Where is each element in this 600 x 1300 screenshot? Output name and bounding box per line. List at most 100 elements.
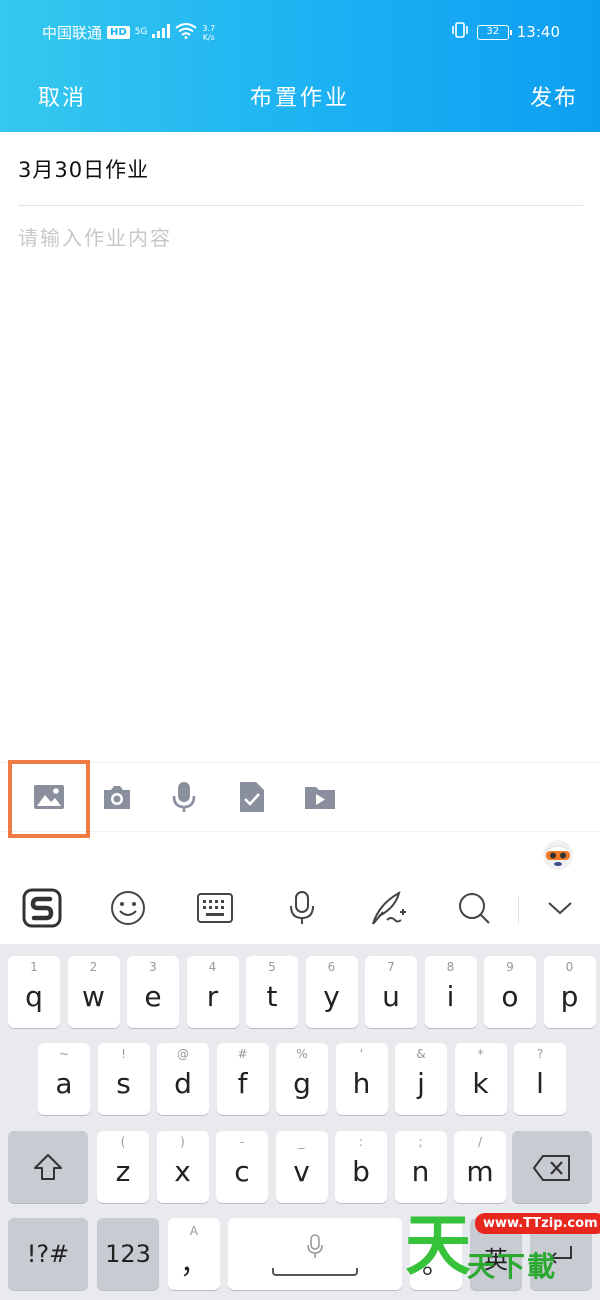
document-button[interactable] bbox=[220, 763, 284, 831]
key-r[interactable]: 4r bbox=[186, 956, 239, 1028]
key-k[interactable]: * k bbox=[454, 1043, 507, 1115]
signal-icon bbox=[152, 23, 171, 42]
key-s[interactable]: ! s bbox=[97, 1043, 150, 1115]
hd-badge: HD bbox=[107, 26, 130, 39]
key-main-label: p bbox=[560, 980, 579, 1013]
sogou-logo-button[interactable] bbox=[20, 886, 64, 930]
enter-key[interactable] bbox=[530, 1218, 592, 1290]
speed-unit: K/s bbox=[202, 32, 215, 42]
key-sub-label: ! bbox=[121, 1047, 126, 1061]
key-sub-label: 5 bbox=[268, 960, 276, 974]
key-t[interactable]: 5t bbox=[246, 956, 298, 1028]
camera-icon bbox=[104, 786, 130, 809]
sogou-logo-icon bbox=[22, 888, 62, 928]
backspace-key[interactable] bbox=[512, 1131, 592, 1203]
key-o[interactable]: 9o bbox=[484, 956, 536, 1028]
period-key-label: 。 bbox=[421, 1247, 450, 1280]
key-sub-label: 7 bbox=[387, 960, 395, 974]
symbols-key[interactable]: !?# bbox=[8, 1218, 88, 1290]
key-l[interactable]: ? l bbox=[514, 1043, 566, 1115]
publish-button[interactable]: 发布 bbox=[530, 80, 578, 112]
key-main-label: s bbox=[116, 1067, 131, 1100]
search-icon bbox=[459, 893, 490, 924]
toolbar-divider bbox=[518, 896, 519, 924]
key-n[interactable]: ; n bbox=[394, 1131, 447, 1203]
key-v[interactable]: _ v bbox=[275, 1131, 328, 1203]
key-p[interactable]: 0p bbox=[543, 956, 596, 1028]
key-c[interactable]: -c bbox=[216, 1131, 268, 1203]
camera-button[interactable] bbox=[85, 763, 149, 831]
key-q[interactable]: 1q bbox=[8, 956, 60, 1028]
key-a[interactable]: ~ a bbox=[38, 1043, 90, 1115]
emoji-button[interactable] bbox=[106, 886, 150, 930]
key-u[interactable]: 7u bbox=[365, 956, 417, 1028]
chevron-down-icon bbox=[548, 902, 572, 915]
smiley-icon bbox=[111, 891, 145, 925]
key-g[interactable]: % g bbox=[276, 1043, 328, 1115]
space-bar-glyph bbox=[272, 1268, 358, 1276]
enter-icon bbox=[549, 1246, 572, 1264]
numbers-key[interactable]: 123 bbox=[97, 1218, 159, 1290]
key-main-label: j bbox=[417, 1067, 425, 1100]
key-main-label: d bbox=[174, 1067, 192, 1100]
comma-key-label: ， bbox=[179, 1247, 208, 1280]
key-e[interactable]: 3e bbox=[127, 956, 179, 1028]
key-sub-label: ; bbox=[418, 1135, 423, 1149]
voice-button[interactable] bbox=[152, 763, 216, 831]
network-type-label: 5G bbox=[134, 27, 148, 37]
key-sub-label: ) bbox=[180, 1135, 185, 1149]
shift-arrow-icon bbox=[34, 1154, 62, 1180]
key-f[interactable]: # f bbox=[216, 1043, 269, 1115]
key-main-label: t bbox=[266, 980, 278, 1013]
language-switch-key[interactable]: 英 bbox=[470, 1218, 522, 1290]
network-speed: 3.7 K/s bbox=[202, 24, 215, 42]
vibrate-icon bbox=[451, 22, 469, 42]
key-h[interactable]: ' h bbox=[335, 1043, 388, 1115]
key-main-label: w bbox=[82, 980, 105, 1013]
comma-key[interactable]: A ， bbox=[168, 1218, 220, 1290]
collapse-keyboard-button[interactable] bbox=[538, 886, 582, 930]
video-icon bbox=[305, 787, 335, 809]
key-sub-label: @ bbox=[177, 1047, 189, 1061]
key-main-label: b bbox=[352, 1155, 370, 1188]
battery-icon: 32 bbox=[476, 24, 512, 40]
key-main-label: a bbox=[55, 1067, 73, 1100]
status-right: 32 13:40 bbox=[451, 22, 560, 42]
search-button[interactable] bbox=[452, 886, 496, 930]
key-sub-label: ( bbox=[120, 1135, 126, 1149]
homework-title-field[interactable]: 3月30日作业 bbox=[18, 150, 583, 206]
period-key[interactable]: 。 bbox=[410, 1218, 462, 1290]
language-key-label: 英 bbox=[484, 1246, 508, 1274]
key-y[interactable]: 6y bbox=[305, 956, 358, 1028]
key-z[interactable]: (z bbox=[97, 1131, 149, 1203]
key-b[interactable]: :b bbox=[335, 1131, 387, 1203]
key-sub-label: 2 bbox=[89, 960, 98, 974]
key-sub-label: ' bbox=[359, 1047, 364, 1061]
status-bar: 中国联通 HD 5G 3.7 K/s 32 13:40 bbox=[0, 14, 600, 54]
key-main-label: q bbox=[25, 980, 43, 1013]
key-sub-label: : bbox=[358, 1135, 364, 1149]
homework-content-input[interactable]: 请输入作业内容 bbox=[18, 222, 583, 742]
shift-key[interactable] bbox=[8, 1131, 88, 1203]
key-j[interactable]: & j bbox=[395, 1043, 447, 1115]
carrier-label: 中国联通 bbox=[42, 24, 103, 42]
key-d[interactable]: @ d bbox=[157, 1043, 209, 1115]
handwriting-button[interactable] bbox=[366, 886, 410, 930]
key-i[interactable]: 8i bbox=[424, 956, 477, 1028]
key-main-label: f bbox=[237, 1067, 248, 1100]
key-sub-label: ~ bbox=[58, 1047, 70, 1061]
space-key[interactable] bbox=[228, 1218, 402, 1290]
microphone-icon bbox=[290, 891, 314, 924]
key-w[interactable]: 2w bbox=[67, 956, 120, 1028]
assistant-mascot-icon[interactable] bbox=[540, 836, 576, 872]
key-sub-label: % bbox=[296, 1047, 308, 1061]
app-header: 中国联通 HD 5G 3.7 K/s 32 13:40 取消 布置作业 发布 bbox=[0, 0, 600, 132]
video-button[interactable] bbox=[288, 763, 352, 831]
key-main-label: g bbox=[293, 1067, 311, 1100]
key-main-label: m bbox=[466, 1155, 494, 1188]
key-x[interactable]: ) x bbox=[156, 1131, 209, 1203]
keyboard-switch-button[interactable] bbox=[193, 886, 237, 930]
key-sub-label: 0 bbox=[565, 960, 574, 974]
voice-input-button[interactable] bbox=[280, 886, 324, 930]
key-m[interactable]: / m bbox=[454, 1131, 506, 1203]
